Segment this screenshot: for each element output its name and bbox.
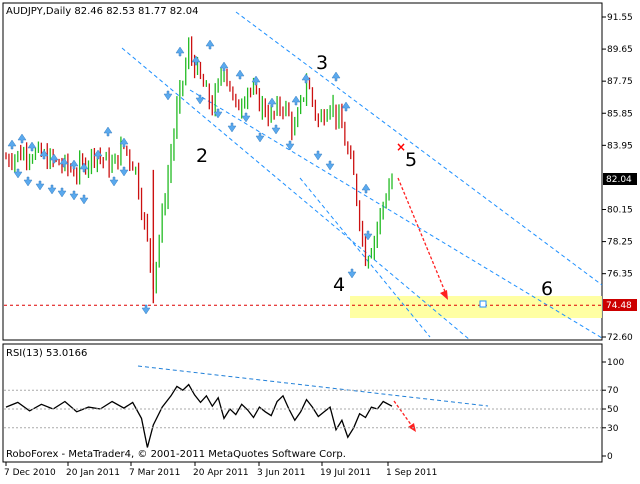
current-price-tag: 82.04 [603, 173, 637, 185]
time-tick-label: 20 Apr 2011 [193, 468, 249, 478]
price-tick-label: 76.35 [607, 270, 633, 280]
price-tick-label: 87.75 [607, 77, 633, 87]
time-tick-label: 3 Jun 2011 [257, 468, 305, 478]
main-panel-frame [2, 2, 603, 341]
rsi-tick-label: 30 [607, 424, 619, 434]
rsi-tick-label: 50 [607, 405, 619, 415]
price-tick-label: 91.55 [607, 13, 633, 23]
support-price-label: 74.48 [606, 301, 632, 311]
time-tick-label: 7 Dec 2010 [4, 468, 56, 478]
target-point-marker [479, 300, 487, 308]
price-tick-label: 72.60 [607, 333, 633, 343]
time-tick-label: 1 Sep 2011 [386, 468, 437, 478]
forex-chart-window: × AUDJPY,Daily 82.46 82.53 81.77 82.04 R… [0, 0, 640, 480]
chart-canvas: × AUDJPY,Daily 82.46 82.53 81.77 82.04 R… [2, 2, 637, 478]
rsi-tick-label: 70 [607, 386, 619, 396]
time-tick-label: 19 Jul 2011 [320, 468, 371, 478]
current-price-label: 82.04 [606, 175, 632, 185]
rsi-tick-label: 0 [607, 452, 613, 462]
rsi-panel-frame [2, 343, 603, 463]
rsi-tick-label: 100 [607, 358, 624, 368]
wave-label-2: 2 [196, 145, 208, 167]
time-tick-label: 20 Jan 2011 [66, 468, 120, 478]
price-tick-label: 78.25 [607, 238, 633, 248]
price-tick-label: 83.95 [607, 141, 633, 151]
wave-label-4: 4 [333, 274, 345, 296]
rsi-panel-header: RSI(13) 53.0166 [6, 348, 87, 359]
footer-copyright: RoboForex - MetaTrader4, © 2001-2011 Met… [6, 449, 346, 460]
main-chart-header: AUDJPY,Daily 82.46 82.53 81.77 82.04 [6, 6, 198, 17]
time-tick-label: 7 Mar 2011 [129, 468, 180, 478]
price-tick-label: 85.85 [607, 109, 633, 119]
wave-label-3: 3 [316, 52, 328, 74]
price-tick-label: 89.65 [607, 45, 633, 55]
wave-label-6: 6 [541, 278, 553, 300]
wave-label-5: 5 [405, 149, 417, 171]
price-tick-label: 80.15 [607, 206, 633, 216]
time-axis: 7 Dec 2010 20 Jan 2011 7 Mar 2011 20 Apr 20… [4, 462, 437, 478]
support-price-tag: 74.48 [603, 299, 637, 311]
